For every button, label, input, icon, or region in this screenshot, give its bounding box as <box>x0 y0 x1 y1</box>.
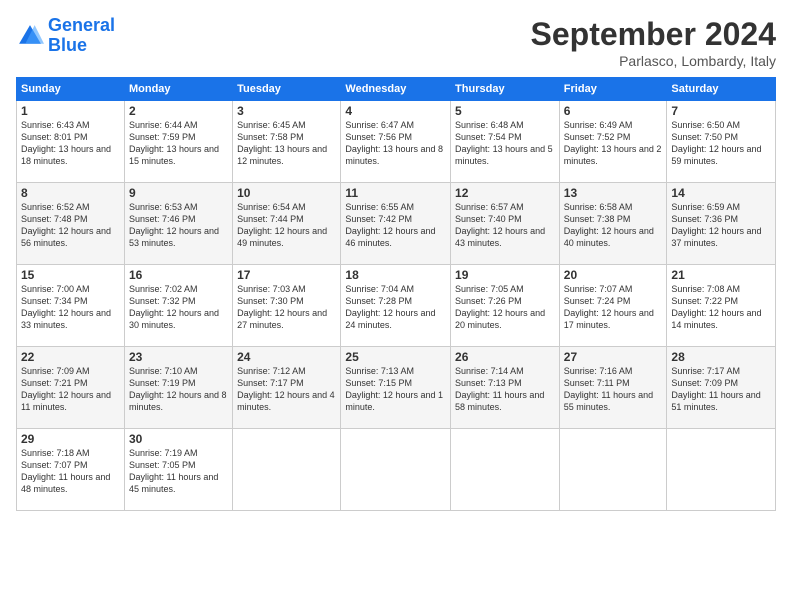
location: Parlasco, Lombardy, Italy <box>531 53 776 69</box>
logo-icon <box>16 22 44 50</box>
page: General Blue September 2024 Parlasco, Lo… <box>0 0 792 612</box>
table-row: 22 Sunrise: 7:09 AMSunset: 7:21 PMDaylig… <box>17 347 125 429</box>
calendar-header-row: Sunday Monday Tuesday Wednesday Thursday… <box>17 78 776 101</box>
table-row: 28 Sunrise: 7:17 AMSunset: 7:09 PMDaylig… <box>667 347 776 429</box>
table-row: 17 Sunrise: 7:03 AMSunset: 7:30 PMDaylig… <box>233 265 341 347</box>
table-row: 20 Sunrise: 7:07 AMSunset: 7:24 PMDaylig… <box>559 265 667 347</box>
table-row: 16 Sunrise: 7:02 AMSunset: 7:32 PMDaylig… <box>124 265 232 347</box>
col-wednesday: Wednesday <box>341 78 451 101</box>
col-saturday: Saturday <box>667 78 776 101</box>
calendar: Sunday Monday Tuesday Wednesday Thursday… <box>16 77 776 511</box>
table-row: 18 Sunrise: 7:04 AMSunset: 7:28 PMDaylig… <box>341 265 451 347</box>
header: General Blue September 2024 Parlasco, Lo… <box>16 16 776 69</box>
table-row <box>341 429 451 511</box>
table-row: 1 Sunrise: 6:43 AMSunset: 8:01 PMDayligh… <box>17 101 125 183</box>
month-title: September 2024 <box>531 16 776 53</box>
table-row: 2 Sunrise: 6:44 AMSunset: 7:59 PMDayligh… <box>124 101 232 183</box>
table-row <box>667 429 776 511</box>
table-row: 19 Sunrise: 7:05 AMSunset: 7:26 PMDaylig… <box>451 265 560 347</box>
table-row: 4 Sunrise: 6:47 AMSunset: 7:56 PMDayligh… <box>341 101 451 183</box>
col-monday: Monday <box>124 78 232 101</box>
table-row: 26 Sunrise: 7:14 AMSunset: 7:13 PMDaylig… <box>451 347 560 429</box>
table-row: 24 Sunrise: 7:12 AMSunset: 7:17 PMDaylig… <box>233 347 341 429</box>
logo-text: General Blue <box>48 16 115 56</box>
table-row: 10 Sunrise: 6:54 AMSunset: 7:44 PMDaylig… <box>233 183 341 265</box>
table-row: 3 Sunrise: 6:45 AMSunset: 7:58 PMDayligh… <box>233 101 341 183</box>
table-row: 11 Sunrise: 6:55 AMSunset: 7:42 PMDaylig… <box>341 183 451 265</box>
title-block: September 2024 Parlasco, Lombardy, Italy <box>531 16 776 69</box>
table-row: 25 Sunrise: 7:13 AMSunset: 7:15 PMDaylig… <box>341 347 451 429</box>
table-row <box>233 429 341 511</box>
table-row: 27 Sunrise: 7:16 AMSunset: 7:11 PMDaylig… <box>559 347 667 429</box>
table-row: 14 Sunrise: 6:59 AMSunset: 7:36 PMDaylig… <box>667 183 776 265</box>
table-row: 5 Sunrise: 6:48 AMSunset: 7:54 PMDayligh… <box>451 101 560 183</box>
table-row: 21 Sunrise: 7:08 AMSunset: 7:22 PMDaylig… <box>667 265 776 347</box>
col-thursday: Thursday <box>451 78 560 101</box>
table-row: 8 Sunrise: 6:52 AMSunset: 7:48 PMDayligh… <box>17 183 125 265</box>
col-sunday: Sunday <box>17 78 125 101</box>
table-row: 13 Sunrise: 6:58 AMSunset: 7:38 PMDaylig… <box>559 183 667 265</box>
table-row: 12 Sunrise: 6:57 AMSunset: 7:40 PMDaylig… <box>451 183 560 265</box>
table-row: 6 Sunrise: 6:49 AMSunset: 7:52 PMDayligh… <box>559 101 667 183</box>
col-tuesday: Tuesday <box>233 78 341 101</box>
table-row: 30 Sunrise: 7:19 AMSunset: 7:05 PMDaylig… <box>124 429 232 511</box>
table-row <box>451 429 560 511</box>
table-row: 29 Sunrise: 7:18 AMSunset: 7:07 PMDaylig… <box>17 429 125 511</box>
table-row: 15 Sunrise: 7:00 AMSunset: 7:34 PMDaylig… <box>17 265 125 347</box>
table-row <box>559 429 667 511</box>
table-row: 9 Sunrise: 6:53 AMSunset: 7:46 PMDayligh… <box>124 183 232 265</box>
col-friday: Friday <box>559 78 667 101</box>
logo: General Blue <box>16 16 115 56</box>
table-row: 23 Sunrise: 7:10 AMSunset: 7:19 PMDaylig… <box>124 347 232 429</box>
table-row: 7 Sunrise: 6:50 AMSunset: 7:50 PMDayligh… <box>667 101 776 183</box>
